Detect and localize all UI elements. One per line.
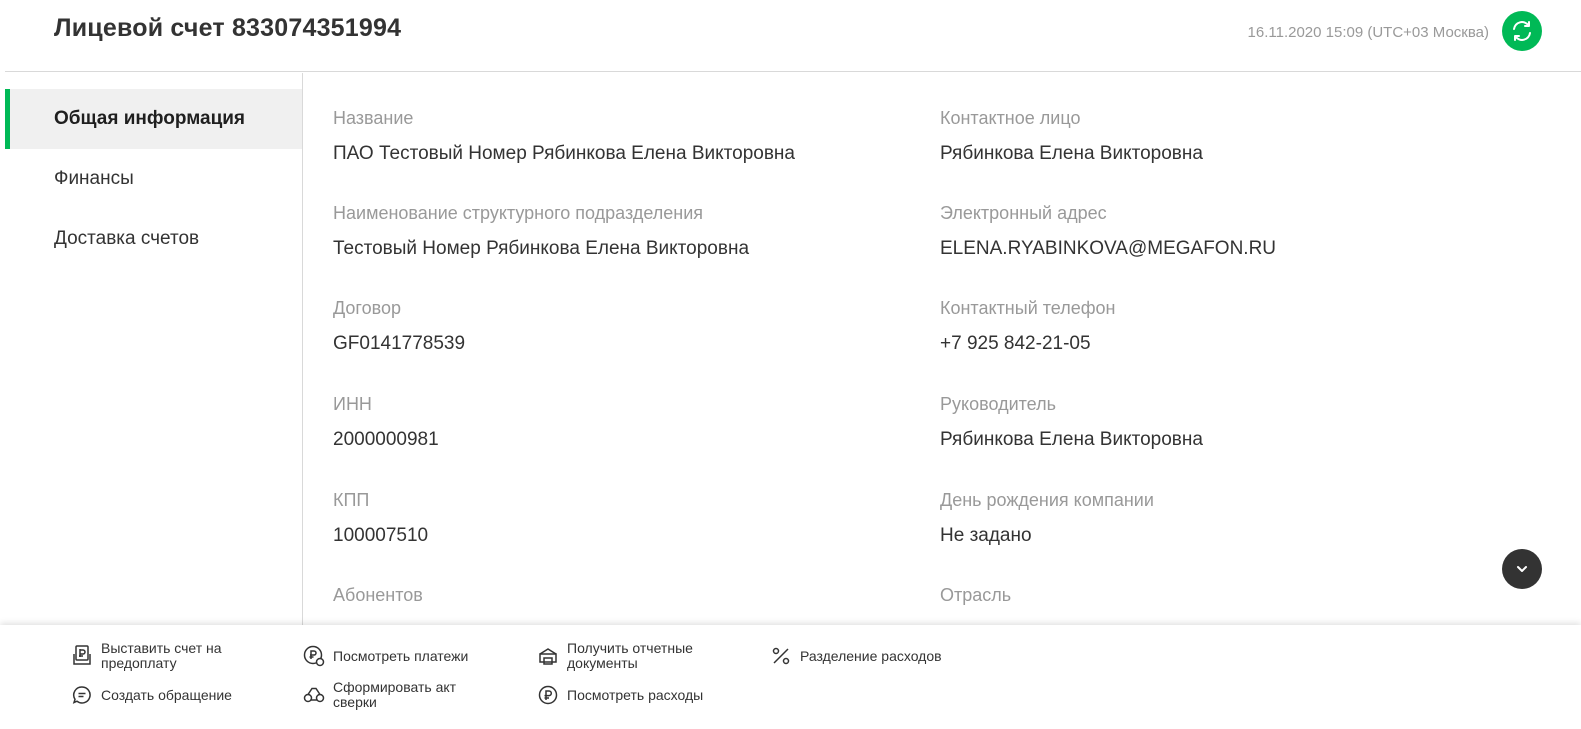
field-value: Рябинкова Елена Викторовна bbox=[940, 143, 1203, 164]
field-industry: Отрасль bbox=[940, 585, 1011, 620]
action-label: Создать обращение bbox=[101, 686, 232, 703]
field-label: Контактное лицо bbox=[940, 108, 1081, 128]
action-label: Сформировать акт сверки bbox=[333, 679, 457, 710]
ruble-icon bbox=[537, 684, 559, 706]
field-label: Контактный телефон bbox=[940, 298, 1116, 318]
field-contact-person: Контактное лицо Рябинкова Елена Викторов… bbox=[940, 108, 1203, 165]
percent-icon bbox=[770, 645, 792, 667]
scroll-down-button[interactable] bbox=[1502, 549, 1542, 589]
sidebar-item-general-info[interactable]: Общая информация bbox=[5, 89, 302, 149]
field-value: Рябинкова Елена Викторовна bbox=[940, 429, 1203, 450]
field-value: +7 925 842-21-05 bbox=[940, 333, 1091, 354]
view-expenses-action[interactable]: Посмотреть расходы bbox=[537, 684, 703, 706]
ruble-clock-icon bbox=[303, 645, 325, 667]
field-value: ELENA.RYABINKOVA@MEGAFON.RU bbox=[940, 238, 1277, 259]
field-value: Тестовый Номер Рябинкова Елена Викторовн… bbox=[333, 238, 750, 259]
sidebar-item-invoice-delivery[interactable]: Доставка счетов bbox=[5, 209, 302, 269]
page-title: Лицевой счет 833074351994 bbox=[54, 14, 402, 42]
action-label: Разделение расходов bbox=[800, 647, 942, 664]
action-label: Получить отчетные документы bbox=[567, 640, 693, 671]
sidebar-item-finance[interactable]: Финансы bbox=[5, 149, 302, 209]
field-value: 2000000981 bbox=[333, 429, 439, 450]
field-label: Руководитель bbox=[940, 394, 1056, 414]
scales-icon bbox=[303, 684, 325, 706]
field-email: Электронный адрес ELENA.RYABINKOVA@MEGAF… bbox=[940, 203, 1276, 260]
field-value: ПАО Тестовый Номер Рябинкова Елена Викто… bbox=[333, 143, 795, 164]
field-value: Не задано bbox=[940, 525, 1032, 546]
header: Лицевой счет 833074351994 16.11.2020 15:… bbox=[5, 0, 1581, 72]
field-director: Руководитель Рябинкова Елена Викторовна bbox=[940, 394, 1203, 451]
field-subscribers: Абонентов bbox=[333, 585, 423, 620]
field-label: Абонентов bbox=[333, 585, 423, 605]
field-value: GF0141778539 bbox=[333, 333, 466, 354]
field-inn: ИНН 2000000981 bbox=[333, 394, 439, 451]
create-request-action[interactable]: Создать обращение bbox=[71, 684, 232, 706]
field-label: День рождения компании bbox=[940, 490, 1154, 510]
chat-icon bbox=[71, 684, 93, 706]
prepayment-invoice-action[interactable]: Выставить счет на предоплату bbox=[71, 641, 251, 671]
chevron-down-icon bbox=[1517, 566, 1527, 572]
field-label: Отрасль bbox=[940, 585, 1012, 605]
field-label: Название bbox=[333, 108, 414, 128]
field-label: ИНН bbox=[333, 394, 372, 414]
field-phone: Контактный телефон +7 925 842-21-05 bbox=[940, 298, 1115, 355]
field-division-name: Наименование структурного подразделения … bbox=[333, 203, 749, 260]
field-name: Название ПАО Тестовый Номер Рябинкова Ел… bbox=[333, 108, 795, 165]
get-reports-action[interactable]: Получить отчетные документы bbox=[537, 641, 717, 671]
field-label: Договор bbox=[333, 298, 401, 318]
field-company-birthday: День рождения компании Не задано bbox=[940, 490, 1154, 547]
action-label: Посмотреть платежи bbox=[333, 647, 469, 664]
sidebar-item-label: Доставка счетов bbox=[54, 228, 200, 249]
field-kpp: КПП 100007510 bbox=[333, 490, 428, 547]
refresh-icon bbox=[1513, 21, 1531, 41]
view-payments-action[interactable]: Посмотреть платежи bbox=[303, 645, 468, 667]
field-label: Электронный адрес bbox=[940, 203, 1107, 223]
field-label: Наименование структурного подразделения bbox=[333, 203, 704, 223]
cost-split-action[interactable]: Разделение расходов bbox=[770, 645, 942, 667]
action-label: Выставить счет на предоплату bbox=[101, 640, 222, 671]
refresh-button[interactable] bbox=[1502, 11, 1542, 51]
general-info-panel: Название ПАО Тестовый Номер Рябинкова Ел… bbox=[304, 73, 1581, 626]
field-value: 100007510 bbox=[333, 525, 429, 546]
invoice-icon bbox=[71, 645, 93, 667]
sidebar: Общая информация Финансы Доставка счетов bbox=[5, 73, 303, 626]
update-timestamp: 16.11.2020 15:09 (UTC+03 Москва) bbox=[1247, 24, 1489, 41]
sidebar-item-label: Общая информация bbox=[54, 108, 246, 129]
actions-bar: Выставить счет на предоплату Посмотреть … bbox=[0, 625, 1581, 729]
sidebar-item-label: Финансы bbox=[54, 168, 134, 189]
field-label: КПП bbox=[333, 490, 370, 510]
printer-icon bbox=[537, 645, 559, 667]
action-label: Посмотреть расходы bbox=[567, 686, 704, 703]
reconciliation-act-action[interactable]: Сформировать акт сверки bbox=[303, 680, 483, 710]
field-contract: Договор GF0141778539 bbox=[333, 298, 465, 355]
